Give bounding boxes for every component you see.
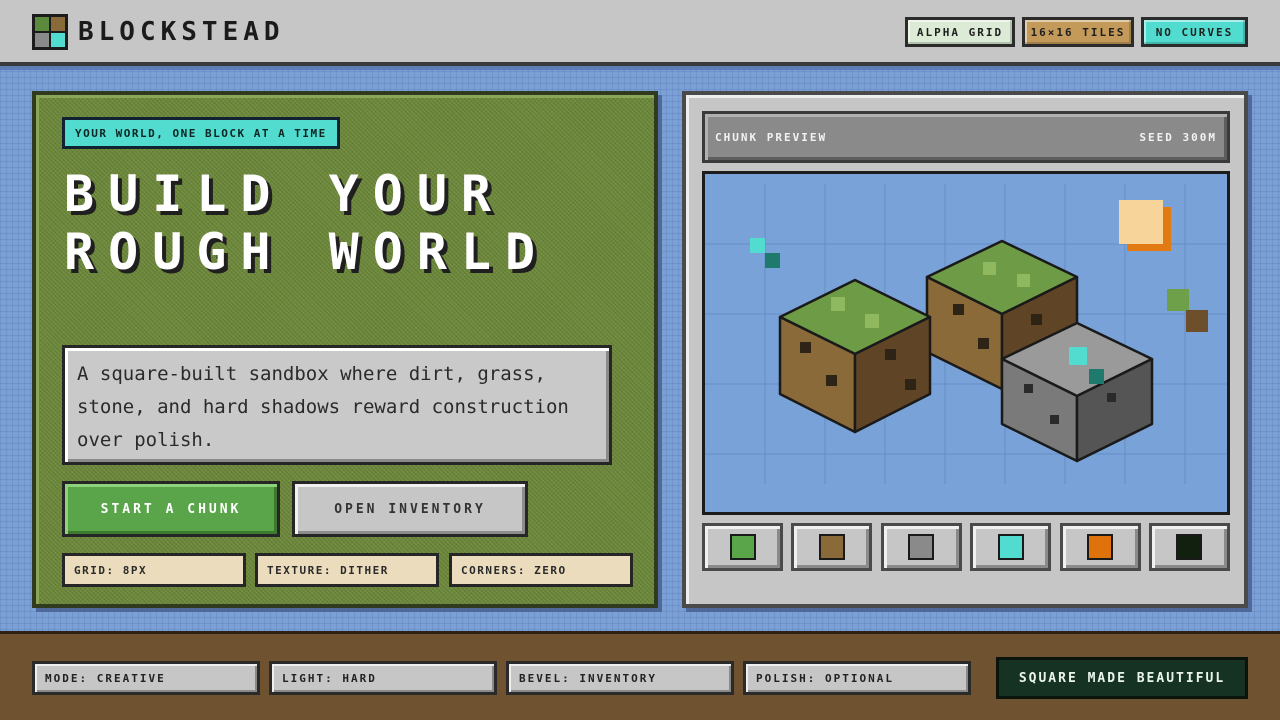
preview-title: CHUNK PREVIEW [715,130,828,144]
spec-corners: CORNERS: ZERO [449,553,633,587]
stat-mode: MODE: CREATIVE [32,661,260,695]
stat-polish: POLISH: OPTIONAL [743,661,971,695]
chip-no-curves: NO CURVES [1141,17,1248,47]
tagline-badge: YOUR WORLD, ONE BLOCK AT A TIME [62,117,340,149]
isometric-blocks [705,184,1227,484]
sun-icon [1119,200,1163,244]
hero-panel: YOUR WORLD, ONE BLOCK AT A TIME BUILD YO… [32,91,658,608]
chunk-preview-panel: CHUNK PREVIEW SEED 300M [682,91,1248,608]
hero-description: A square-built sandbox where dirt, grass… [62,345,612,465]
stat-bevel: BEVEL: INVENTORY [506,661,734,695]
swatch-grass[interactable] [702,523,783,571]
brand-title: BLOCKSTEAD [78,17,285,47]
start-chunk-button[interactable]: START A CHUNK [62,481,280,537]
floating-diamond-icon [750,238,765,253]
top-bar: BLOCKSTEAD ALPHA GRID 16×16 TILES NO CUR… [0,0,1280,66]
hero-headline: BUILD YOUR ROUGH WORLD [64,165,550,281]
diamond-ore-icon [1069,347,1087,365]
seed-label: SEED 300M [1139,130,1217,144]
grass-swatch-icon [729,534,756,560]
swatch-stone[interactable] [880,523,962,571]
swatch-dirt[interactable] [791,523,873,571]
swatch-diamond[interactable] [970,523,1052,571]
swatch-obsidian[interactable] [1148,523,1230,571]
block-swatch-bar [702,523,1230,571]
stat-light: LIGHT: HARD [269,661,497,695]
footer-bar: MODE: CREATIVE LIGHT: HARD BEVEL: INVENT… [0,631,1280,720]
motto-badge: SQUARE MADE BEAUTIFUL [996,657,1248,699]
chip-alpha-grid: ALPHA GRID [905,17,1015,47]
spec-grid: GRID: 8PX [62,553,246,587]
stone-swatch-icon [908,534,935,560]
obsidian-swatch-icon [1176,534,1203,560]
spec-texture: TEXTURE: DITHER [255,553,439,587]
chip-tiles: 16×16 TILES [1022,17,1134,47]
grass-block-left [778,278,932,434]
diamond-swatch-icon [997,534,1024,560]
preview-header: CHUNK PREVIEW SEED 300M [702,111,1230,163]
floating-diamond-shadow [765,253,780,268]
floating-grass-icon [1167,289,1189,311]
floating-dirt-icon [1186,310,1208,332]
chunk-scene [702,171,1230,515]
lava-swatch-icon [1087,534,1114,560]
open-inventory-button[interactable]: OPEN INVENTORY [292,481,528,537]
grass-block-icon [32,14,68,50]
swatch-lava[interactable] [1059,523,1141,571]
dirt-swatch-icon [818,534,845,560]
